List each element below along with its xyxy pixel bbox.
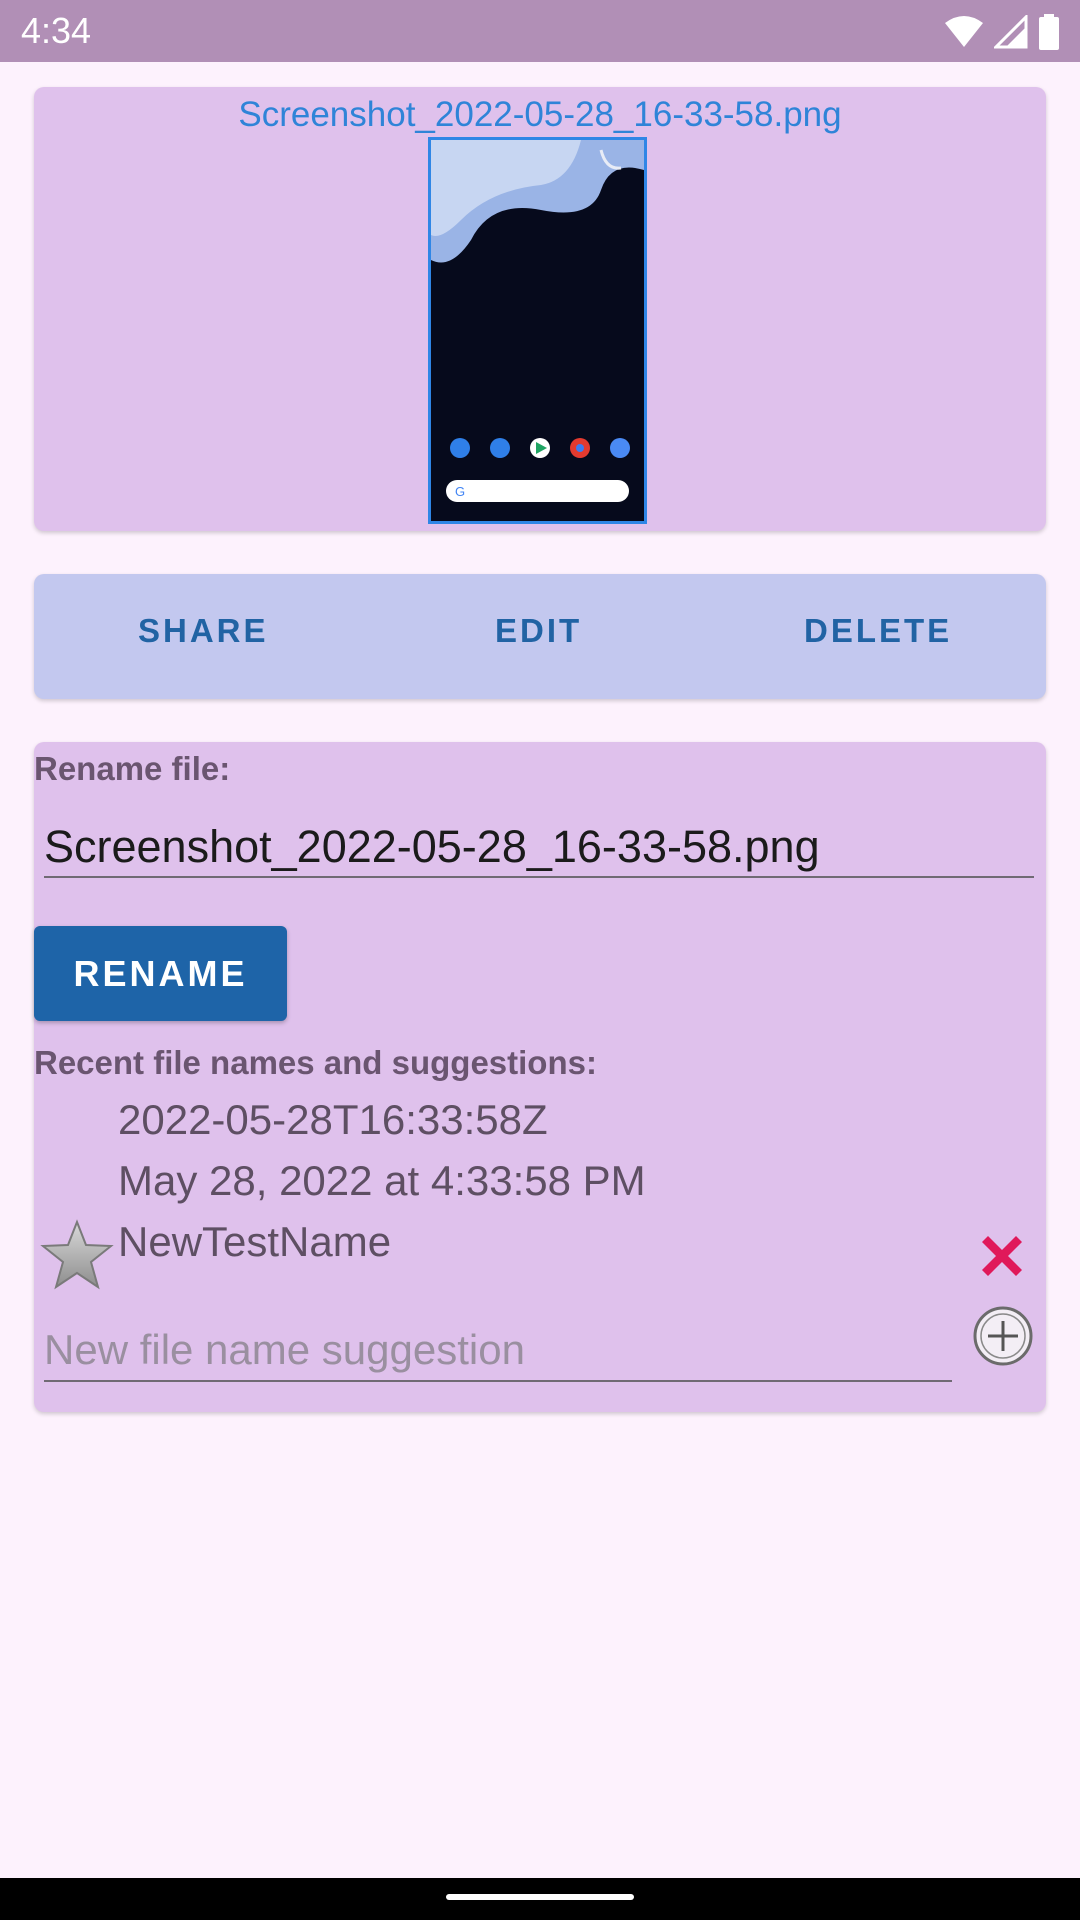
suggestion-item[interactable]: May 28, 2022 at 4:33:58 PM bbox=[118, 1157, 646, 1205]
share-button[interactable]: SHARE bbox=[138, 612, 269, 650]
file-name-link[interactable]: Screenshot_2022-05-28_16-33-58.png bbox=[34, 95, 1046, 135]
edit-button[interactable]: EDIT bbox=[495, 612, 582, 650]
thumbnail-image: G bbox=[431, 140, 644, 521]
status-time: 4:34 bbox=[21, 10, 92, 51]
preview-card: Screenshot_2022-05-28_16-33-58.png G bbox=[34, 87, 1046, 531]
actions-card: SHARE EDIT DELETE bbox=[34, 574, 1046, 699]
status-bar: 4:34 bbox=[0, 0, 1080, 62]
status-icons bbox=[944, 12, 1060, 52]
wifi-icon bbox=[945, 16, 983, 47]
rename-card: Rename file: RENAME Recent file names an… bbox=[34, 742, 1046, 1412]
suggestions-label: Recent file names and suggestions: bbox=[34, 1044, 597, 1081]
new-suggestion-input[interactable] bbox=[44, 1320, 952, 1382]
rename-button[interactable]: RENAME bbox=[34, 926, 287, 1021]
suggestion-item[interactable]: 2022-05-28T16:33:58Z bbox=[118, 1096, 548, 1144]
add-circle-icon[interactable] bbox=[972, 1305, 1034, 1367]
screenshot-thumbnail[interactable]: G bbox=[428, 137, 647, 524]
delete-button[interactable]: DELETE bbox=[804, 612, 952, 650]
suggestion-item[interactable]: NewTestName bbox=[118, 1218, 391, 1266]
navigation-bar bbox=[0, 1878, 1080, 1920]
home-handle[interactable] bbox=[446, 1894, 634, 1900]
signal-icon bbox=[994, 15, 1028, 49]
svg-text:G: G bbox=[455, 484, 465, 499]
star-icon[interactable] bbox=[40, 1219, 114, 1291]
rename-input[interactable] bbox=[44, 818, 1034, 878]
rename-label: Rename file: bbox=[34, 750, 231, 787]
close-icon[interactable] bbox=[974, 1228, 1030, 1284]
battery-icon bbox=[1039, 14, 1059, 50]
